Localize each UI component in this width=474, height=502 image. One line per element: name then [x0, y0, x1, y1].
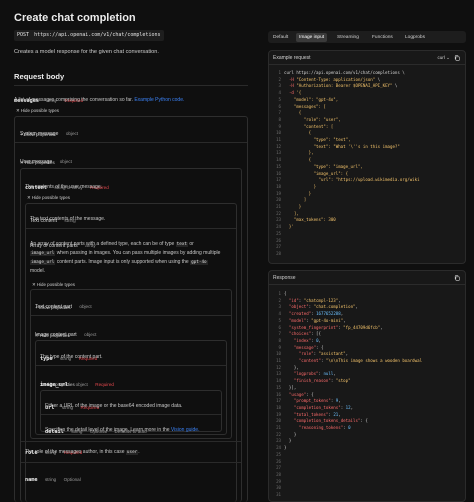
tab-default[interactable]: Default	[270, 33, 291, 42]
example-tabs: Default Image input Streaming Functions …	[268, 31, 466, 43]
divider	[14, 85, 248, 86]
divider	[15, 142, 247, 143]
docs-column: Create chat completion POST https://api.…	[0, 0, 262, 502]
hide-properties-toggle[interactable]: ✕ Hide properties	[40, 382, 75, 388]
page-title: Create chat completion	[14, 12, 136, 24]
hide-possible-types-toggle[interactable]: ✕ Hide possible types	[27, 195, 70, 201]
text-content-part-type: Text content part object	[35, 304, 92, 310]
line-numbers: 1 2 3 4 5 6 7 8 9 10 11 12 13 14 15 16 1…	[276, 291, 281, 498]
response-title: Response	[273, 275, 296, 281]
divider	[31, 315, 231, 316]
tab-logprobs[interactable]: Logprobs	[402, 33, 428, 42]
example-request-panel: Example request curl ⌄ 1 2 3 4 5 6 7 8 9…	[268, 50, 466, 264]
copy-icon[interactable]	[454, 55, 460, 61]
response-panel: Response 1 2 3 4 5 6 7 8 9 10 11 12 13 1…	[268, 270, 466, 502]
endpoint-description: Creates a model response for the given c…	[14, 49, 159, 55]
divider	[36, 365, 226, 366]
array-parts-desc-1: An array of content parts with a defined…	[30, 241, 194, 247]
divider	[41, 414, 221, 415]
show-properties-toggle[interactable]: + Show properties	[35, 305, 71, 310]
text-content-desc: The text contents of the message.	[30, 216, 106, 222]
example-request-title: Example request	[273, 55, 311, 61]
example-request-code[interactable]: curl https://api.openai.com/v1/chat/comp…	[284, 70, 420, 231]
tab-streaming[interactable]: Streaming	[334, 33, 362, 42]
endpoint-url: https://api.openai.com/v1/chat/completio…	[34, 32, 161, 38]
example-python-link[interactable]: Example Python code.	[134, 97, 184, 103]
tab-functions[interactable]: Functions	[369, 33, 396, 42]
endpoint-badge[interactable]: POST https://api.openai.com/v1/chat/comp…	[14, 30, 164, 41]
language-select[interactable]: curl ⌄	[437, 55, 450, 61]
param-detail-desc: Specifies the detail level of the image.…	[45, 427, 200, 433]
tab-image-input[interactable]: Image input	[296, 32, 328, 42]
hide-properties-toggle[interactable]: ✕ Hide properties	[20, 160, 55, 166]
example-request-header: Example request curl ⌄	[269, 51, 465, 65]
system-message-type: System message object	[20, 131, 79, 137]
array-parts-desc-3: image_url content parts. Image input is …	[30, 259, 208, 265]
hide-possible-types-toggle[interactable]: ✕ Hide possible types	[16, 108, 59, 114]
param-content-desc: The contents of the user message.	[25, 184, 102, 190]
show-properties-toggle[interactable]: + Show properties	[20, 132, 56, 137]
array-parts-desc-2: image_url when passing in images. You ca…	[30, 250, 221, 256]
param-messages-desc: A list of messages comprising the conver…	[14, 97, 185, 103]
param-role-desc: The role of the messages author, in this…	[25, 449, 140, 455]
param-url-desc: Either a URL of the image or the base64 …	[45, 403, 183, 409]
copy-icon[interactable]	[454, 275, 460, 281]
array-parts-desc-4: model.	[30, 268, 46, 274]
vision-guide-link[interactable]: Vision guide.	[171, 427, 200, 433]
http-method: POST	[17, 32, 30, 38]
hide-properties-toggle[interactable]: ✕ Hide properties	[35, 333, 70, 339]
response-header: Response	[269, 271, 465, 285]
hide-possible-types-toggle[interactable]: ✕ Hide possible types	[32, 282, 75, 288]
chevron-down-icon: ⌄	[446, 55, 450, 60]
divider	[26, 228, 236, 229]
param-type-desc: The type of the content part.	[40, 354, 103, 360]
param-name: name string Optional	[25, 477, 81, 483]
response-code[interactable]: { "id": "chatcmpl-123", "object": "chat.…	[284, 291, 422, 452]
divider	[21, 462, 241, 463]
request-body-heading: Request body	[14, 72, 65, 81]
line-numbers: 1 2 3 4 5 6 7 8 9 10 11 12 13 14 15 16 1…	[276, 70, 281, 256]
